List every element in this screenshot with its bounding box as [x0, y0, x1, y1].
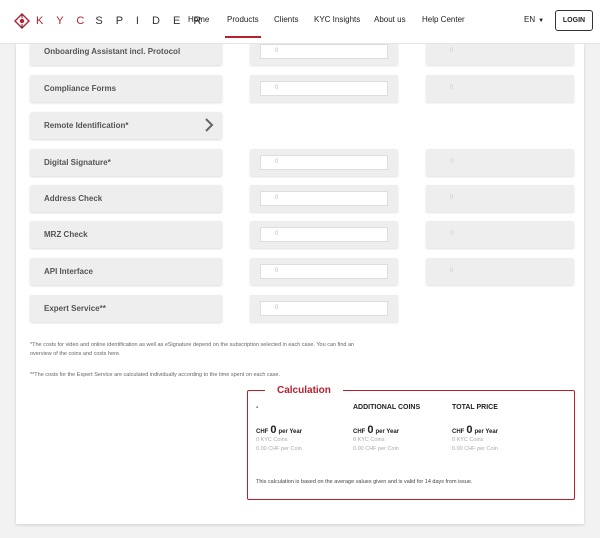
calc-column-header: TOTAL PRICE [452, 404, 498, 411]
calc-amount: CHF 0 per Year [452, 424, 542, 436]
product-label: Address Check [44, 194, 103, 203]
quantity-input[interactable]: 0 [260, 155, 388, 170]
calc-currency: CHF [353, 429, 366, 435]
product-label: Expert Service** [44, 304, 106, 313]
quantity-input[interactable]: 0 [260, 264, 388, 279]
product-label: Remote Identification* [44, 121, 129, 130]
calc-column-base: - CHF 0 per Year 0 KYC Coins 0.00 CHF per … [256, 404, 346, 453]
calc-column-additional-coins: ADDITIONAL COINS CHF 0 per Year 0 KYC Coin… [353, 404, 443, 453]
price-display: 0 [426, 185, 574, 212]
calc-amount-value: 0 [466, 424, 473, 436]
product-expert-service[interactable]: Expert Service** [30, 295, 222, 322]
product-digital-signature[interactable]: Digital Signature* [30, 149, 222, 176]
price-display: 0 [426, 221, 574, 248]
quantity-box: 0 [250, 75, 398, 102]
language-selector[interactable]: EN ▼ [524, 15, 544, 24]
product-address-check[interactable]: Address Check [30, 185, 222, 212]
product-label: MRZ Check [44, 230, 88, 239]
product-api-interface[interactable]: API Interface [30, 258, 222, 285]
calc-per-coin: 0.00 CHF per Coin [256, 445, 302, 452]
spider-logo-icon [14, 13, 30, 29]
calculation-validity-note: This calculation is based on the average… [256, 479, 473, 485]
calc-currency: CHF [452, 429, 465, 435]
nav-home[interactable]: Home [188, 15, 209, 24]
quantity-box: 0 [250, 149, 398, 176]
quantity-input[interactable]: 0 [260, 81, 388, 96]
calc-amount-value: 0 [270, 424, 277, 436]
calc-period: per Year [375, 429, 400, 435]
calc-coins: 0 KYC Coins [452, 437, 484, 443]
chevron-right-icon [204, 117, 214, 133]
nav-clients[interactable]: Clients [274, 15, 298, 24]
quantity-input[interactable]: 0 [260, 191, 388, 206]
price-display: 0 [426, 258, 574, 285]
nav-kyc-insights[interactable]: KYC Insights [314, 15, 360, 24]
product-label: Compliance Forms [44, 84, 117, 93]
login-button[interactable]: LOGIN [555, 10, 593, 31]
calc-column-header: - [256, 404, 259, 411]
quantity-input[interactable]: 0 [260, 44, 388, 59]
chevron-down-icon: ▼ [538, 18, 545, 24]
calc-period: per Year [278, 429, 303, 435]
top-navbar: K Y C S P I D E R Home Products Clients … [0, 0, 600, 44]
calculation-title: Calculation [265, 385, 343, 396]
nav-products[interactable]: Products [225, 15, 261, 38]
calc-amount: CHF 0 per Year [256, 424, 346, 436]
product-label: Digital Signature* [44, 158, 111, 167]
price-display: 0 [426, 149, 574, 176]
logo-text-kyc: K Y C [36, 15, 90, 27]
product-remote-identification[interactable]: Remote Identification* [30, 112, 222, 139]
nav-about-us[interactable]: About us [374, 15, 406, 24]
language-label: EN [524, 15, 536, 24]
calc-column-total-price: TOTAL PRICE CHF 0 per Year 0 KYC Coins 0.0… [452, 404, 542, 453]
calc-amount-value: 0 [367, 424, 374, 436]
product-label: API Interface [44, 267, 93, 276]
calc-currency: CHF [256, 429, 269, 435]
expert-service-note: **The costs for the Expert Service are c… [30, 372, 281, 378]
nav-help-center[interactable]: Help Center [422, 15, 465, 24]
product-label: Onboarding Assistant incl. Protocol [44, 47, 181, 56]
calc-per-coin: 0.00 CHF per Coin [353, 445, 399, 452]
calc-period: per Year [474, 429, 499, 435]
quantity-box: 0 [250, 185, 398, 212]
quantity-input[interactable]: 0 [260, 227, 388, 242]
price-display: 0 [426, 75, 574, 102]
product-mrz-check[interactable]: MRZ Check [30, 221, 222, 248]
quantity-input[interactable]: 0 [260, 301, 388, 316]
calc-per-coin: 0.00 CHF per Coin [452, 445, 498, 452]
calc-coins: 0 KYC Coins [256, 437, 288, 443]
quantity-box: 0 [250, 258, 398, 285]
quantity-box: 0 [250, 221, 398, 248]
calc-amount: CHF 0 per Year [353, 424, 443, 436]
calc-coins: 0 KYC Coins [353, 437, 385, 443]
identification-cost-note: *The costs for video and online identifi… [30, 342, 355, 357]
product-compliance-forms[interactable]: Compliance Forms [30, 75, 222, 102]
quantity-box: 0 [250, 295, 398, 322]
calc-column-header: ADDITIONAL COINS [353, 404, 421, 411]
brand-logo[interactable]: K Y C S P I D E R [14, 13, 206, 29]
